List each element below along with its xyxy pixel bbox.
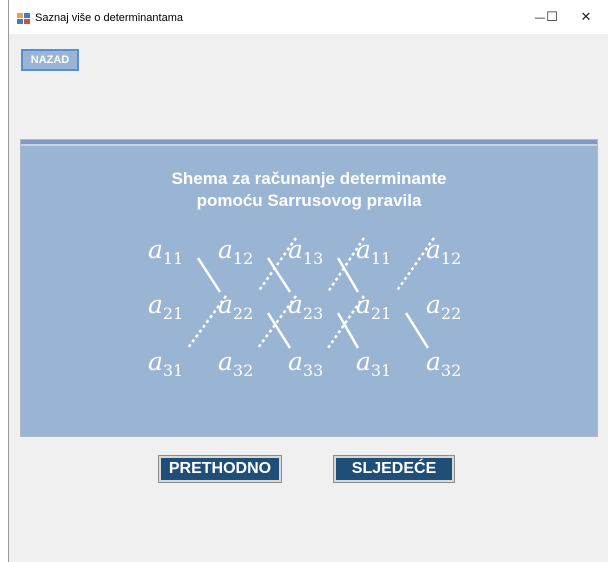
matrix-element: a31 <box>356 347 391 380</box>
matrix-element: a22 <box>426 290 461 323</box>
title-bar: Saznaj više o determinantama — ☐ ✕ <box>9 0 608 34</box>
matrix-element: a22 <box>218 290 253 323</box>
matrix-element: a12 <box>426 235 461 268</box>
matrix-element: a11 <box>356 235 391 268</box>
close-button[interactable]: ✕ <box>563 0 608 34</box>
app-icon <box>17 13 31 25</box>
main-diagonal-line <box>404 312 430 349</box>
sarrus-scheme-diagram: a11 a12 a13 a11 a12 a21 a22 a23 a21 a22 a31 a32 a33 a… <box>148 235 461 380</box>
matrix-element: a21 <box>356 290 391 323</box>
back-button[interactable]: NAZAD <box>21 49 79 71</box>
window-title: Saznaj više o determinantama <box>35 12 183 24</box>
matrix-element: a32 <box>218 347 253 380</box>
main-diagonal-line <box>336 257 360 293</box>
matrix-element: a31 <box>148 347 183 380</box>
matrix-element: a23 <box>288 290 323 323</box>
next-button[interactable]: SLJEDEĆE <box>333 455 455 483</box>
main-diagonal-line <box>196 257 222 293</box>
maximize-icon: ☐ <box>546 9 558 25</box>
matrix-element: a13 <box>288 235 323 268</box>
app-window: Saznaj više o determinantama — ☐ ✕ NAZAD… <box>8 0 608 562</box>
matrix-element: a11 <box>148 235 183 268</box>
matrix-element: a33 <box>288 347 323 380</box>
matrix-element: a12 <box>218 235 253 268</box>
matrix-element: a21 <box>148 290 183 323</box>
close-icon: ✕ <box>580 9 592 25</box>
main-diagonal-line <box>336 312 360 349</box>
sarrus-panel: Shema za računanje determinante pomoću S… <box>20 139 598 437</box>
previous-button[interactable]: PRETHODNO <box>158 455 282 483</box>
matrix-elements: a11 a12 a13 a11 a12 a21 a22 a23 a21 a22 a31 a32 a33 a… <box>148 235 461 380</box>
matrix-element: a32 <box>426 347 461 380</box>
